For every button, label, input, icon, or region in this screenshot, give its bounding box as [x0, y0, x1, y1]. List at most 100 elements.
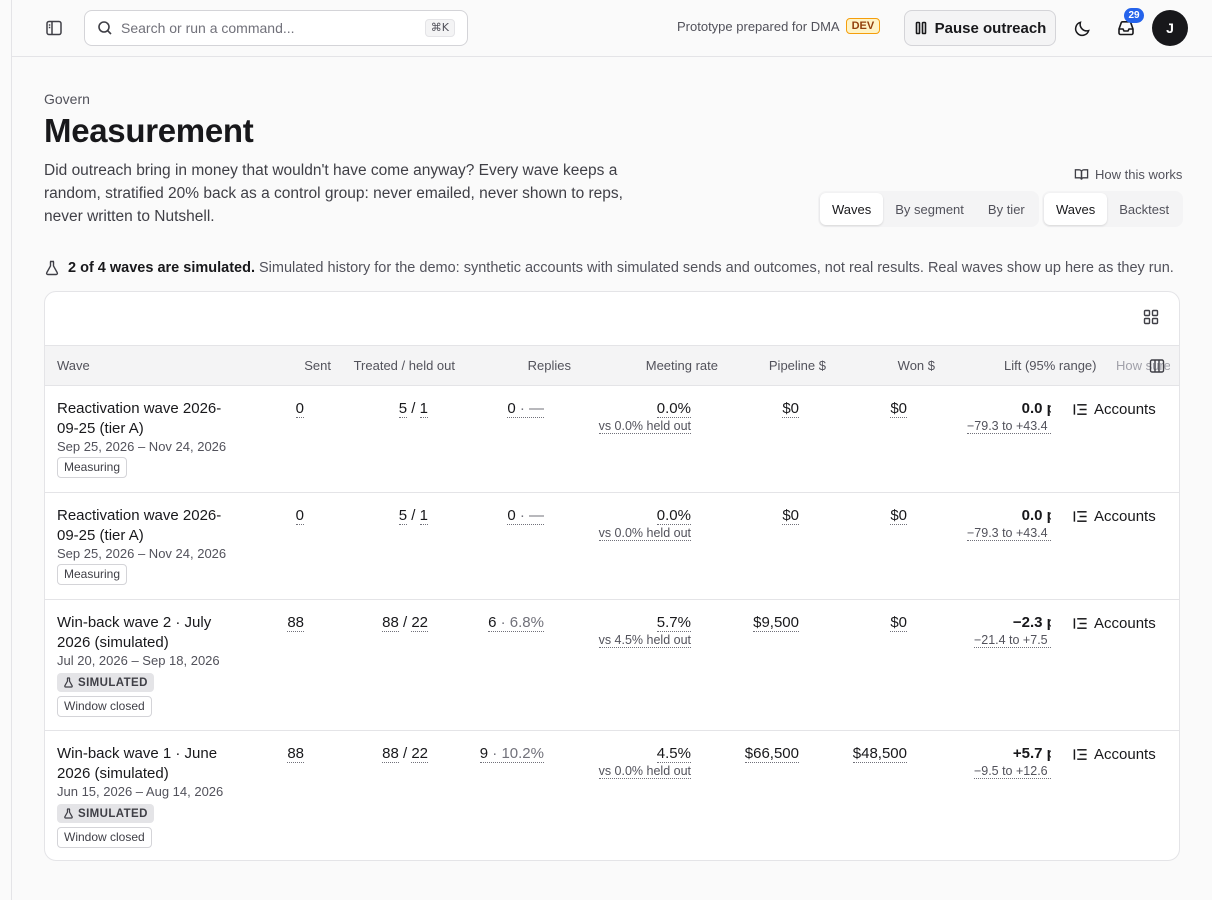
lift-range: −79.3 to +43.4 pp — [925, 419, 1051, 436]
pause-icon — [915, 21, 926, 35]
meeting-rate-vs: vs 0.0% held out — [598, 419, 691, 434]
meeting-rate-value: 0.0% — [656, 507, 691, 525]
prototype-notice: Prototype prepared for DMA DEV — [677, 18, 881, 34]
breadcrumb[interactable]: Govern — [44, 91, 90, 107]
book-icon — [1074, 169, 1089, 180]
replies-value: 0 · — — [507, 507, 544, 525]
columns-icon[interactable] — [1149, 358, 1165, 374]
view-tabs: Waves By segment By tier — [818, 191, 1039, 227]
replies-value: 0 · — — [507, 400, 544, 418]
table-row[interactable]: Win-back wave 2 · July 2026 (simulated) J… — [45, 599, 1179, 730]
moon-icon — [1074, 20, 1090, 36]
pipeline-value: $9,500 — [753, 614, 799, 632]
col-wave[interactable]: Wave — [57, 358, 90, 373]
theme-toggle-button[interactable] — [1068, 14, 1096, 42]
status-badge: Window closed — [57, 827, 152, 848]
lift-value: 0.0 pp — [1021, 507, 1051, 524]
col-pipeline[interactable]: Pipeline $ — [769, 358, 826, 373]
won-value: $0 — [890, 400, 907, 418]
page-title: Measurement — [44, 112, 254, 149]
col-won[interactable]: Won $ — [898, 358, 935, 373]
env-badge: DEV — [845, 18, 881, 34]
treated-held-value: 88 / 22 — [382, 614, 428, 632]
command-search[interactable]: ⌘K — [84, 10, 468, 46]
sent-value: 0 — [295, 507, 304, 525]
status-badge: Window closed — [57, 696, 152, 717]
table-row[interactable]: Reactivation wave 2026-09-25 (tier A) Sep… — [45, 492, 1179, 599]
meeting-rate-vs: vs 0.0% held out — [598, 764, 691, 779]
won-value: $0 — [890, 507, 907, 525]
page-description: Did outreach bring in money that wouldn'… — [44, 162, 623, 225]
list-icon — [1073, 618, 1087, 629]
lift-value: +5.7 pp — [1012, 745, 1051, 762]
accounts-button[interactable]: Accounts — [1073, 508, 1156, 525]
col-lift[interactable]: Lift (95% range) — [1004, 358, 1097, 373]
accounts-button[interactable]: Accounts — [1073, 615, 1156, 632]
accounts-button[interactable]: Accounts — [1073, 401, 1156, 418]
won-value: $0 — [890, 614, 907, 632]
sidebar-icon — [46, 20, 62, 36]
sidebar-toggle-button[interactable] — [40, 14, 68, 42]
how-this-works-link[interactable]: How this works — [1074, 167, 1182, 182]
wave-name[interactable]: Win-back wave 1 · June 2026 (simulated) — [57, 744, 232, 784]
simulation-notice: 2 of 4 waves are simulated. Simulated hi… — [44, 260, 1174, 276]
treated-held-value: 5 / 1 — [398, 400, 428, 418]
treated-held-value: 5 / 1 — [398, 507, 428, 525]
pipeline-value: $0 — [782, 507, 799, 525]
treated-held-value: 88 / 22 — [382, 745, 428, 763]
meeting-rate-value: 4.5% — [656, 745, 691, 763]
sent-value: 88 — [287, 745, 304, 763]
grid-icon — [1143, 309, 1159, 325]
wave-name[interactable]: Reactivation wave 2026-09-25 (tier A) — [57, 399, 232, 439]
pipeline-value: $0 — [782, 400, 799, 418]
flask-icon — [45, 260, 59, 276]
meeting-rate-value: 5.7% — [656, 614, 691, 632]
col-sent[interactable]: Sent — [304, 358, 331, 373]
col-meeting-rate[interactable]: Meeting rate — [646, 358, 718, 373]
prototype-text: Prototype prepared for DMA — [677, 18, 840, 34]
wave-name[interactable]: Reactivation wave 2026-09-25 (tier A) — [57, 506, 232, 546]
tab-backtest[interactable]: Backtest — [1107, 193, 1181, 225]
list-icon — [1073, 749, 1087, 760]
meeting-rate-value: 0.0% — [656, 400, 691, 418]
replies-value: 6 · 6.8% — [488, 614, 544, 632]
accounts-button[interactable]: Accounts — [1073, 746, 1156, 763]
lift-value: 0.0 pp — [1021, 400, 1051, 417]
tab-by-segment[interactable]: By segment — [883, 193, 976, 225]
mode-tabs: Waves Backtest — [1042, 191, 1184, 227]
simulated-badge: SIMULATED — [57, 673, 154, 692]
replies-value: 9 · 10.2% — [479, 745, 544, 763]
lift-range: −9.5 to +12.6 pp — [925, 764, 1051, 781]
sent-value: 88 — [287, 614, 304, 632]
left-rail — [0, 0, 12, 900]
meeting-rate-vs: vs 4.5% held out — [598, 633, 691, 648]
sent-value: 0 — [295, 400, 304, 418]
pipeline-value: $66,500 — [744, 745, 799, 763]
shortcut-hint: ⌘K — [424, 19, 455, 37]
top-bar: ⌘K Prototype prepared for DMA DEV Pause … — [12, 0, 1212, 57]
lift-value: −2.3 pp — [1012, 614, 1051, 631]
flask-icon — [64, 808, 73, 819]
table-header: Wave Sent Treated / held out Replies Mee… — [45, 345, 1179, 385]
search-input[interactable] — [121, 20, 411, 36]
table-row[interactable]: Reactivation wave 2026-09-25 (tier A) Sep… — [45, 385, 1179, 492]
wave-dates: Jul 20, 2026 – Sep 18, 2026 — [57, 653, 220, 668]
list-icon — [1073, 511, 1087, 522]
pause-outreach-button[interactable]: Pause outreach — [904, 10, 1056, 46]
tab-waves[interactable]: Waves — [820, 193, 884, 225]
wave-dates: Jun 15, 2026 – Aug 14, 2026 — [57, 784, 224, 799]
tab-mode-waves[interactable]: Waves — [1044, 193, 1108, 225]
col-replies[interactable]: Replies — [528, 358, 571, 373]
table-row[interactable]: Win-back wave 1 · June 2026 (simulated) J… — [45, 730, 1179, 860]
search-icon — [98, 21, 112, 35]
meeting-rate-vs: vs 0.0% held out — [598, 526, 691, 541]
col-treated[interactable]: Treated / held out — [354, 358, 455, 373]
inbox-count-badge: 29 — [1124, 8, 1144, 23]
wave-dates: Sep 25, 2026 – Nov 24, 2026 — [57, 546, 227, 561]
layout-toggle-button[interactable] — [1143, 309, 1159, 330]
tab-by-tier[interactable]: By tier — [976, 193, 1037, 225]
pause-label: Pause outreach — [934, 19, 1047, 37]
flask-icon — [64, 677, 73, 688]
avatar[interactable]: J — [1152, 10, 1188, 46]
wave-name[interactable]: Win-back wave 2 · July 2026 (simulated) — [57, 613, 232, 653]
